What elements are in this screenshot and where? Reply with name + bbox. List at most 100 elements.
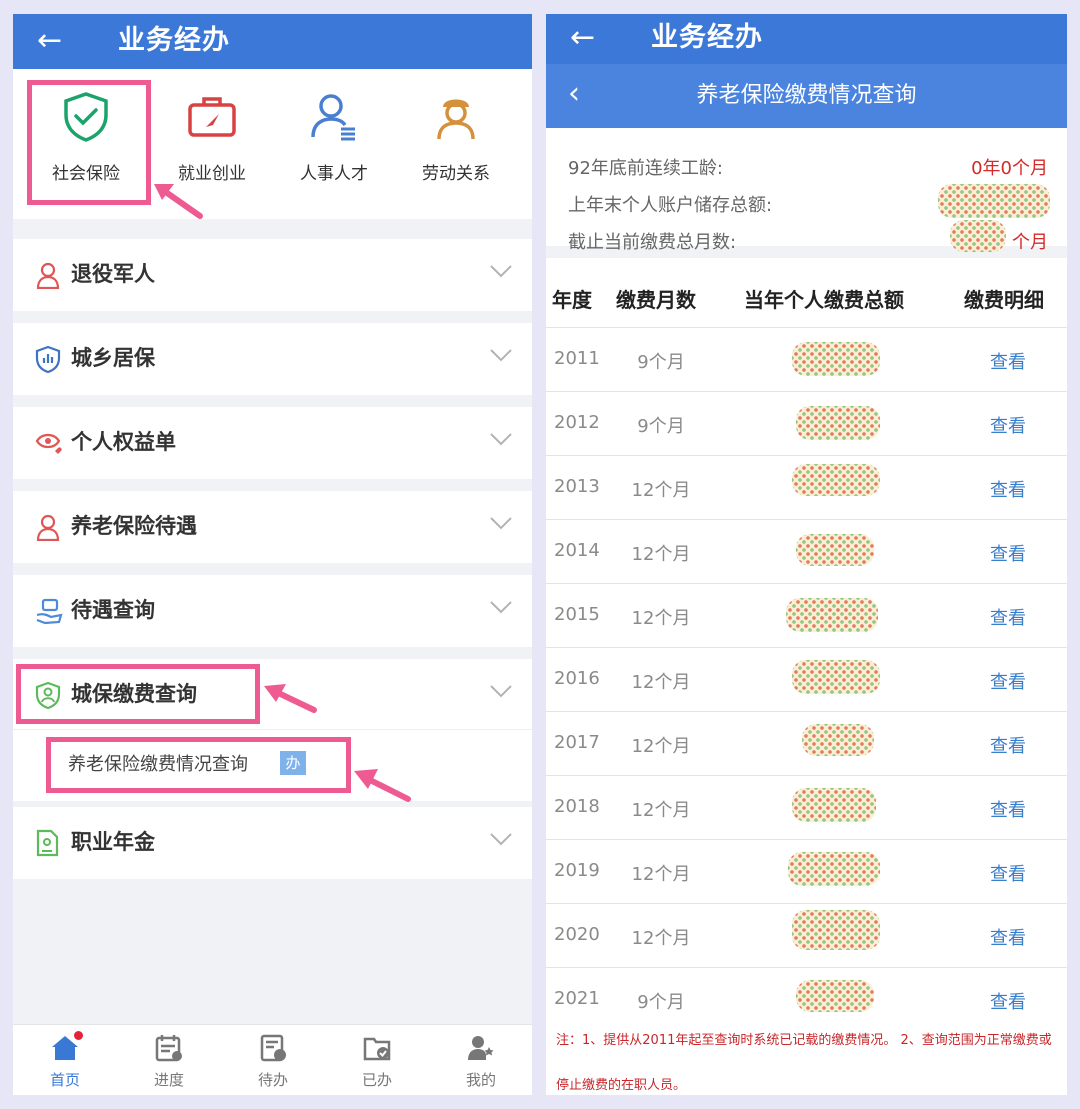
right-screen: ← 业务经办 ‹ 养老保险缴费情况查询 92年底前连续工龄: 0年0个月 上年末…	[546, 14, 1067, 1095]
column-header: 缴费明细	[964, 288, 1044, 312]
user-stars-icon	[468, 1036, 494, 1060]
eye-heart-icon	[35, 433, 62, 454]
info-label: 截止当前缴费总月数:	[568, 232, 737, 253]
info-value: 个月	[1012, 232, 1048, 253]
row-months: 9个月	[637, 992, 685, 1013]
row-year: 2020	[554, 924, 600, 945]
info-label: 上年末个人账户储存总额:	[568, 195, 773, 216]
highlight-arrow-icon	[354, 769, 411, 802]
tab-label: 我的	[465, 1071, 496, 1089]
footnote: 注：1、提供从2011年起至查询时系统已记载的缴费情况。 2、查询范围为正常缴费…	[556, 1033, 1052, 1093]
row-year: 2012	[554, 412, 600, 433]
tab-pending[interactable]: 待办	[221, 1025, 325, 1095]
section-title: 养老保险待遇	[71, 514, 197, 538]
left-screen: ← 业务经办 社会保险 就业创业 人事人才 劳动关系 退役军人 城乡居保 个人权…	[13, 14, 532, 1095]
quick-item-labor[interactable]: 劳动关系	[395, 69, 517, 219]
tab-label: 首页	[49, 1071, 80, 1089]
section-title: 个人权益单	[71, 430, 176, 454]
view-detail-link[interactable]: 查看	[990, 412, 1026, 438]
table-header: 年度 缴费月数 当年个人缴费总额 缴费明细	[546, 272, 1067, 328]
view-detail-link[interactable]: 查看	[990, 988, 1026, 1014]
quick-item-label: 劳动关系	[422, 164, 490, 184]
section-title: 待遇查询	[71, 598, 155, 622]
bottom-tab-bar: 首页 进度 待办 已办 我的	[13, 1024, 532, 1095]
row-months: 12个月	[631, 544, 691, 565]
table-row: 2013 12个月 查看	[546, 456, 1067, 520]
row-year: 2014	[554, 540, 600, 561]
redacted-amount	[792, 910, 880, 950]
info-label: 92年底前连续工龄:	[568, 158, 723, 179]
document-person-icon	[36, 829, 59, 857]
tab-label: 待办	[257, 1071, 288, 1089]
view-detail-link[interactable]: 查看	[990, 668, 1026, 694]
redacted-amount	[802, 724, 874, 756]
tab-home[interactable]: 首页	[13, 1025, 117, 1095]
redacted-amount	[792, 464, 880, 496]
highlight-arrow-icon	[154, 184, 203, 219]
row-year: 2013	[554, 476, 600, 497]
redacted-value	[950, 220, 1006, 252]
chevron-down-icon	[490, 833, 512, 846]
view-detail-link[interactable]: 查看	[990, 732, 1026, 758]
column-header: 当年个人缴费总额	[744, 288, 904, 312]
view-detail-link[interactable]: 查看	[990, 476, 1026, 502]
highlight-box	[46, 737, 351, 793]
person-list-icon	[311, 94, 355, 141]
quick-item-personnel[interactable]: 人事人才	[273, 69, 395, 219]
row-months: 12个月	[631, 480, 691, 501]
view-detail-link[interactable]: 查看	[990, 860, 1026, 886]
app-header: ← 业务经办	[546, 14, 1067, 64]
row-months: 12个月	[631, 864, 691, 885]
tab-done[interactable]: 已办	[325, 1025, 429, 1095]
section-occupational-annuity[interactable]: 职业年金	[13, 807, 532, 879]
worker-icon	[437, 99, 475, 140]
redacted-amount	[792, 342, 880, 376]
section-title: 城乡居保	[71, 346, 155, 370]
section-veterans[interactable]: 退役军人	[13, 239, 532, 311]
redacted-amount	[796, 534, 874, 566]
chevron-down-icon	[490, 349, 512, 362]
notification-dot	[74, 1031, 83, 1040]
briefcase-icon	[188, 97, 236, 137]
quick-item-label: 人事人才	[300, 164, 368, 184]
veteran-icon	[36, 262, 60, 289]
chevron-down-icon	[490, 433, 512, 446]
row-months: 12个月	[631, 672, 691, 693]
view-detail-link[interactable]: 查看	[990, 540, 1026, 566]
section-title: 职业年金	[71, 830, 155, 854]
table-row: 2019 12个月 查看	[546, 840, 1067, 904]
highlight-box	[16, 664, 260, 724]
row-months: 12个月	[631, 736, 691, 757]
redacted-amount	[796, 406, 880, 440]
shield-chart-icon	[35, 345, 61, 373]
section-pension-benefit[interactable]: 养老保险待遇	[13, 491, 532, 563]
redacted-value	[938, 184, 1050, 218]
table-row: 2017 12个月 查看	[546, 712, 1067, 776]
pending-doc-icon	[260, 1034, 286, 1062]
tab-label: 已办	[361, 1071, 392, 1089]
page-title: 业务经办	[118, 25, 230, 56]
arrow-left-icon[interactable]: ←	[570, 20, 595, 56]
section-personal-rights[interactable]: 个人权益单	[13, 407, 532, 479]
hand-card-icon	[36, 598, 63, 625]
section-urban-rural[interactable]: 城乡居保	[13, 323, 532, 395]
redacted-amount	[796, 980, 874, 1012]
arrow-left-icon[interactable]: ←	[37, 23, 62, 59]
view-detail-link[interactable]: 查看	[990, 604, 1026, 630]
tab-mine[interactable]: 我的	[429, 1025, 532, 1095]
table-row: 2012 9个月 查看	[546, 392, 1067, 456]
view-detail-link[interactable]: 查看	[990, 348, 1026, 374]
chevron-down-icon	[490, 601, 512, 614]
tab-progress[interactable]: 进度	[117, 1025, 221, 1095]
view-detail-link[interactable]: 查看	[990, 924, 1026, 950]
chevron-down-icon	[490, 685, 512, 698]
summary-info: 92年底前连续工龄: 0年0个月 上年末个人账户储存总额: 截止当前缴费总月数:…	[546, 128, 1067, 258]
table-row: 2014 12个月 查看	[546, 520, 1067, 584]
redacted-amount	[792, 788, 876, 822]
section-benefit-query[interactable]: 待遇查询	[13, 575, 532, 647]
row-year: 2016	[554, 668, 600, 689]
view-detail-link[interactable]: 查看	[990, 796, 1026, 822]
row-year: 2015	[554, 604, 600, 625]
row-months: 9个月	[637, 352, 685, 373]
row-months: 12个月	[631, 800, 691, 821]
